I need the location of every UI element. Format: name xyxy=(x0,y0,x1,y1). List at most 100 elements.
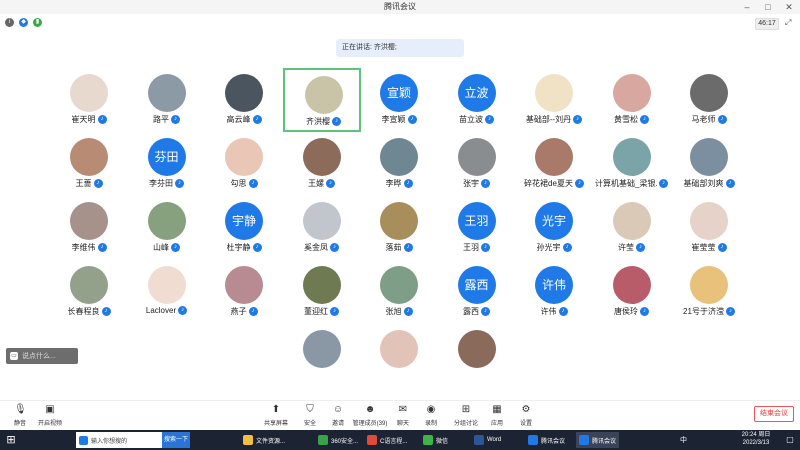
record-icon: ◉ xyxy=(426,404,436,415)
participant-label: 路平 ♪ xyxy=(128,114,206,125)
taskbar-app[interactable]: 文件资源... xyxy=(240,432,288,448)
participant-tile[interactable]: 山峰 ♪ xyxy=(128,196,206,260)
taskbar-app[interactable]: Word xyxy=(471,432,504,448)
info-icon[interactable]: i xyxy=(5,18,14,27)
participant-tile[interactable]: 张旭 ♪ xyxy=(360,260,438,324)
members-icon: ☻ xyxy=(364,404,376,415)
mic-muted-icon: ♪ xyxy=(171,243,180,252)
participant-tile[interactable]: 崔莹莹 ♪ xyxy=(670,196,748,260)
record-button[interactable]: ◉ 录制 xyxy=(411,404,451,430)
participant-tile[interactable]: 长春程良 ♪ xyxy=(50,260,128,324)
ime-indicator[interactable]: 中 xyxy=(680,435,687,445)
browser-icon xyxy=(79,435,88,445)
participant-tile[interactable]: 路平 ♪ xyxy=(128,68,206,132)
photo-avatar xyxy=(70,266,108,304)
photo-avatar xyxy=(690,138,728,176)
participant-tile[interactable]: Laclover ♪ xyxy=(128,260,206,324)
photo-avatar xyxy=(612,266,651,304)
participant-tile[interactable]: 宣颖 李宣颖 ♪ xyxy=(360,68,438,132)
participant-tile[interactable]: 立波 苗立波 ♪ xyxy=(438,68,516,132)
participant-tile[interactable]: 马老师 ♪ xyxy=(670,68,748,132)
end-meeting-button[interactable]: 结束会议 xyxy=(754,406,794,422)
participant-tile[interactable]: 落茹 ♪ xyxy=(360,196,438,260)
taskbar-clock[interactable]: 20:24 周日 2022/3/13 xyxy=(733,431,779,447)
participant-tile[interactable]: 王羽 王羽 ♪ xyxy=(438,196,516,260)
participant-tile[interactable]: 黄雪松 ♪ xyxy=(593,68,671,132)
photo-avatar xyxy=(690,74,728,112)
participant-tile[interactable]: 张宇 ♪ xyxy=(438,132,516,196)
close-button[interactable]: ✕ xyxy=(779,0,799,14)
participant-tile[interactable]: 王蔷 ♪ xyxy=(50,132,128,196)
mic-muted-icon: ♪ xyxy=(717,243,727,252)
participant-tile[interactable]: 燕子 ♪ xyxy=(205,260,283,324)
participant-tile[interactable]: 光宇 孙光宇 ♪ xyxy=(515,196,593,260)
minimize-button[interactable]: – xyxy=(737,0,757,14)
participant-tile[interactable]: 董迎红 ♪ xyxy=(283,260,361,324)
video-button[interactable]: ▣ 开启视频 xyxy=(30,404,70,430)
participant-name: 崔莹莹 xyxy=(691,243,716,252)
camera-off-icon: ▣ xyxy=(45,404,55,415)
taskbar-app[interactable]: 360安全... xyxy=(315,432,361,448)
mic-muted-icon: ♪ xyxy=(481,307,490,316)
participant-label: 崔莹莹 ♪ xyxy=(670,242,748,253)
participant-label: 奚金凤 ♪ xyxy=(283,242,361,253)
photo-avatar xyxy=(147,202,186,240)
settings-button[interactable]: ⚙ 设置 xyxy=(506,404,546,430)
participant-tile[interactable]: 勾思 ♪ xyxy=(205,132,283,196)
participant-tile[interactable]: 许伟 许伟 ♪ xyxy=(515,260,593,324)
photo-avatar xyxy=(612,202,651,240)
taskbar-search-input[interactable]: 输入你想搜的 xyxy=(76,432,162,448)
chat-input[interactable]: ▭ 说点什么... xyxy=(6,348,78,364)
participant-tile[interactable]: 王嫘 ♪ xyxy=(283,132,361,196)
participant-tile[interactable]: 21号于济滢 ♪ xyxy=(670,260,748,324)
text-avatar: 光宇 xyxy=(535,202,573,240)
mic-muted-icon: ♪ xyxy=(326,179,335,188)
participant-tile[interactable]: 基础部刘爽 ♪ xyxy=(670,132,748,196)
participant-tile[interactable]: 齐洪樱 ♪ xyxy=(282,68,361,132)
participant-tile[interactable] xyxy=(438,324,516,388)
participant-tile[interactable]: 奚金凤 ♪ xyxy=(283,196,361,260)
participant-label: 崔天明 ♪ xyxy=(50,114,128,125)
mic-muted-icon: ♪ xyxy=(636,243,645,252)
gear-icon: ⚙ xyxy=(521,404,531,415)
start-button[interactable]: ⊞ xyxy=(4,433,18,447)
participant-tile[interactable] xyxy=(360,324,438,388)
taskbar-app[interactable]: 腾讯会议 xyxy=(525,432,568,448)
participant-tile[interactable]: 基础部--刘丹 ♪ xyxy=(515,68,593,132)
photo-avatar xyxy=(70,202,108,240)
participant-name: 杜宇静 xyxy=(226,243,251,252)
participant-name: 张宇 xyxy=(463,179,479,188)
participant-label: 李维伟 ♪ xyxy=(50,242,128,253)
participant-tile[interactable]: 李维伟 ♪ xyxy=(50,196,128,260)
participant-tile[interactable]: 李晔 ♪ xyxy=(360,132,438,196)
participant-tile[interactable]: 碎花裙de夏天 ♪ xyxy=(515,132,593,196)
participant-tile[interactable]: 崔天明 ♪ xyxy=(50,68,128,132)
notification-icon[interactable]: ▢ xyxy=(784,434,796,446)
participant-name: 董迎红 xyxy=(304,307,328,316)
fullscreen-icon[interactable]: ⤢ xyxy=(785,18,795,28)
participant-tile[interactable] xyxy=(283,324,361,388)
participant-tile[interactable]: 计算机基础_梁银... ♪ xyxy=(593,132,671,196)
participant-tile[interactable]: 许莹 ♪ xyxy=(593,196,671,260)
participant-label: 李宣颖 ♪ xyxy=(360,114,438,125)
participant-tile[interactable]: 露西 露西 ♪ xyxy=(438,260,516,324)
participant-tile[interactable]: 唐侯玲 ♪ xyxy=(593,260,671,324)
participant-label: 李晔 ♪ xyxy=(360,178,438,189)
participant-tile[interactable]: 高云峰 ♪ xyxy=(205,68,283,132)
participant-name: 苗立波 xyxy=(459,115,483,124)
participant-tile[interactable]: 芬田 李芬田 ♪ xyxy=(128,132,206,196)
photo-avatar xyxy=(535,138,573,176)
taskbar-search-button[interactable]: 搜索一下 xyxy=(162,432,190,448)
taskbar-app[interactable]: 腾讯会议 xyxy=(576,432,620,448)
participant-tile[interactable]: 宇静 杜宇静 ♪ xyxy=(205,196,283,260)
participant-name: 计算机基础_梁银... xyxy=(595,179,657,188)
photo-avatar xyxy=(690,202,728,240)
participant-label: 碎花裙de夏天 ♪ xyxy=(515,178,593,189)
shield-icon[interactable]: ◆ xyxy=(19,18,28,27)
participant-label: 露西 ♪ xyxy=(438,306,516,317)
signal-icon[interactable]: ▮ xyxy=(33,18,42,27)
photo-avatar xyxy=(457,330,496,368)
taskbar-app[interactable]: C语言程... xyxy=(364,432,410,448)
maximize-button[interactable]: □ xyxy=(758,0,778,14)
taskbar-app[interactable]: 微信 xyxy=(420,432,451,448)
